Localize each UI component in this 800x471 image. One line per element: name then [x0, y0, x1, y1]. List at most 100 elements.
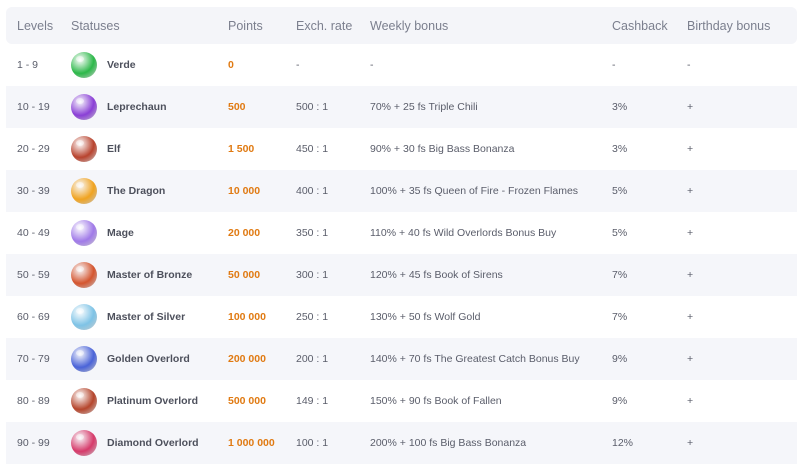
- status: Platinum Overlord: [71, 380, 198, 422]
- exchange-rate: 300 : 1: [296, 269, 329, 281]
- level-range: 70 - 79: [17, 353, 50, 365]
- exchange-rate: 149 : 1: [296, 395, 329, 407]
- cashback: 5%: [612, 227, 628, 239]
- points: 500 000: [228, 395, 266, 407]
- level-range: 1 - 9: [17, 59, 39, 71]
- exchange-rate: 350 : 1: [296, 227, 329, 239]
- status: Verde: [71, 44, 136, 86]
- orange-planet-icon: [71, 178, 97, 204]
- status: The Dragon: [71, 170, 165, 212]
- points: 100 000: [228, 311, 266, 323]
- table-row: 30 - 39 The Dragon 10 000 400 : 1 100% +…: [6, 170, 797, 212]
- header-statuses: Statuses: [71, 18, 120, 33]
- points: 200 000: [228, 353, 266, 365]
- cashback: 7%: [612, 311, 628, 323]
- points: 50 000: [228, 269, 261, 281]
- points: 0: [228, 59, 234, 71]
- exchange-rate: 100 : 1: [296, 437, 329, 449]
- table-header: Levels Statuses Points Exch. rate Weekly…: [6, 7, 797, 44]
- header-levels: Levels: [17, 18, 54, 33]
- header-cashback: Cashback: [612, 18, 668, 33]
- purple-planet-icon: [71, 94, 97, 120]
- exchange-rate: -: [296, 59, 300, 71]
- status: Master of Silver: [71, 296, 185, 338]
- level-range: 10 - 19: [17, 101, 50, 113]
- exchange-rate: 450 : 1: [296, 143, 329, 155]
- weekly-bonus: 120% + 45 fs Book of Sirens: [370, 269, 503, 281]
- blue-planet-icon: [71, 346, 97, 372]
- weekly-bonus: 150% + 90 fs Book of Fallen: [370, 395, 502, 407]
- header-exchange-rate: Exch. rate: [296, 18, 353, 33]
- cashback: -: [612, 59, 616, 71]
- red-brown-planet-icon: [71, 388, 97, 414]
- weekly-bonus: 140% + 70 fs The Greatest Catch Bonus Bu…: [370, 353, 580, 365]
- weekly-bonus: 90% + 30 fs Big Bass Bonanza: [370, 143, 515, 155]
- birthday-bonus: +: [687, 311, 694, 323]
- exchange-rate: 250 : 1: [296, 311, 329, 323]
- birthday-bonus: +: [687, 437, 694, 449]
- cashback: 9%: [612, 395, 628, 407]
- points: 1 500: [228, 143, 255, 155]
- cashback: 7%: [612, 269, 628, 281]
- status-name: Mage: [107, 227, 134, 239]
- level-range: 50 - 59: [17, 269, 50, 281]
- birthday-bonus: +: [687, 101, 694, 113]
- cashback: 3%: [612, 143, 628, 155]
- vip-levels-table: Levels Statuses Points Exch. rate Weekly…: [6, 7, 797, 464]
- cashback: 9%: [612, 353, 628, 365]
- birthday-bonus: +: [687, 185, 694, 197]
- status-name: Verde: [107, 59, 136, 71]
- header-points: Points: [228, 18, 263, 33]
- birthday-bonus: +: [687, 143, 694, 155]
- status: Leprechaun: [71, 86, 167, 128]
- header-birthday-bonus: Birthday bonus: [687, 18, 771, 33]
- table-row: 80 - 89 Platinum Overlord 500 000 149 : …: [6, 380, 797, 422]
- status-name: Master of Silver: [107, 311, 186, 323]
- birthday-bonus: -: [687, 59, 691, 71]
- weekly-bonus: 130% + 50 fs Wolf Gold: [370, 311, 481, 323]
- status: Elf: [71, 128, 120, 170]
- birthday-bonus: +: [687, 269, 694, 281]
- exchange-rate: 200 : 1: [296, 353, 329, 365]
- weekly-bonus: 110% + 40 fs Wild Overlords Bonus Buy: [370, 227, 557, 239]
- points: 500: [228, 101, 246, 113]
- status: Diamond Overlord: [71, 422, 199, 464]
- red-rocky-planet-icon: [71, 136, 97, 162]
- table-row: 10 - 19 Leprechaun 500 500 : 1 70% + 25 …: [6, 86, 797, 128]
- status: Mage: [71, 212, 134, 254]
- violet-blob-planet-icon: [71, 220, 97, 246]
- level-range: 60 - 69: [17, 311, 50, 323]
- table-row: 50 - 59 Master of Bronze 50 000 300 : 1 …: [6, 254, 797, 296]
- bronze-striped-planet-icon: [71, 262, 97, 288]
- table-row: 40 - 49 Mage 20 000 350 : 1 110% + 40 fs…: [6, 212, 797, 254]
- green-spiky-planet-icon: [71, 52, 97, 78]
- points: 10 000: [228, 185, 261, 197]
- level-range: 30 - 39: [17, 185, 50, 197]
- crystal-planet-icon: [71, 430, 97, 456]
- exchange-rate: 500 : 1: [296, 101, 329, 113]
- status-name: The Dragon: [107, 185, 166, 197]
- table-row: 1 - 9 Verde 0 - - - -: [6, 44, 797, 86]
- weekly-bonus: 100% + 35 fs Queen of Fire - Frozen Flam…: [370, 185, 579, 197]
- status: Master of Bronze: [71, 254, 192, 296]
- birthday-bonus: +: [687, 395, 694, 407]
- cashback: 5%: [612, 185, 628, 197]
- exchange-rate: 400 : 1: [296, 185, 329, 197]
- level-range: 20 - 29: [17, 143, 50, 155]
- birthday-bonus: +: [687, 227, 694, 239]
- table-row: 20 - 29 Elf 1 500 450 : 1 90% + 30 fs Bi…: [6, 128, 797, 170]
- points: 1 000 000: [228, 437, 275, 449]
- weekly-bonus: 200% + 100 fs Big Bass Bonanza: [370, 437, 527, 449]
- table-row: 70 - 79 Golden Overlord 200 000 200 : 1 …: [6, 338, 797, 380]
- table-body: 1 - 9 Verde 0 - - - - 10 - 19 Leprechaun…: [6, 44, 797, 464]
- cashback: 12%: [612, 437, 634, 449]
- weekly-bonus: 70% + 25 fs Triple Chili: [370, 101, 478, 113]
- birthday-bonus: +: [687, 353, 694, 365]
- weekly-bonus: -: [370, 59, 374, 71]
- status-name: Platinum Overlord: [107, 395, 199, 407]
- status-name: Master of Bronze: [107, 269, 193, 281]
- status: Golden Overlord: [71, 338, 190, 380]
- table-row: 60 - 69 Master of Silver 100 000 250 : 1…: [6, 296, 797, 338]
- status-name: Diamond Overlord: [107, 437, 199, 449]
- level-range: 40 - 49: [17, 227, 50, 239]
